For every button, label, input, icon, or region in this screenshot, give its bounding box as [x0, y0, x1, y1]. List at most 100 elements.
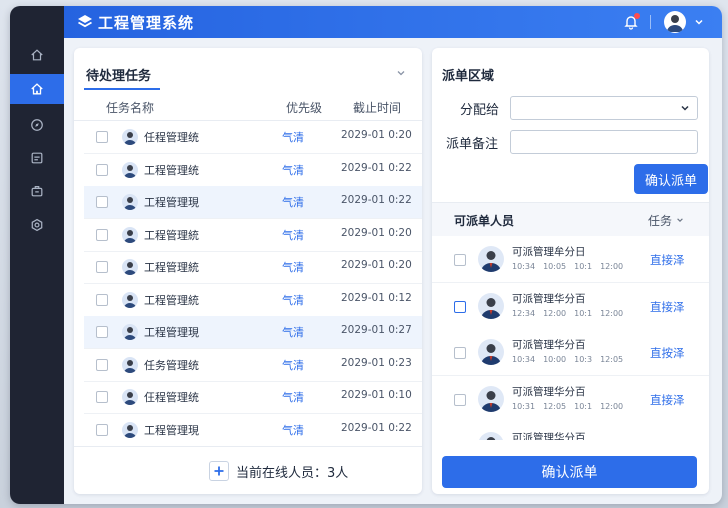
- chevron-down-icon[interactable]: [396, 68, 406, 78]
- sort-by-task[interactable]: 任务: [648, 212, 672, 229]
- task-name: 仼程管理统: [144, 391, 199, 404]
- user-avatar-icon: [124, 164, 136, 178]
- staff-time: 12:05: [543, 401, 567, 411]
- sidebar-item-work[interactable]: [10, 176, 64, 206]
- row-checkbox[interactable]: [96, 261, 108, 273]
- staff-times: 10:34 10:00 10:3 12:05: [512, 355, 631, 364]
- task-deadline: 2029-01 0:22: [341, 161, 412, 174]
- note-input[interactable]: [510, 130, 698, 154]
- staff-time: 10:00: [543, 355, 567, 364]
- sidebar: [10, 6, 64, 504]
- staff-time: 12:00: [600, 401, 624, 411]
- task-deadline: 2029-01 0:20: [341, 226, 412, 239]
- staff-row[interactable]: 可派管理华分百 12:34 12:00 10:1 12:00 直接泽: [432, 282, 709, 330]
- dispatch-panel: 派单区域 分配给 派单备注 确认派单 可派单人员 任务 可派管理牟分日 10:34…: [432, 48, 709, 494]
- staff-row[interactable]: 可派管理牟分日 10:34 10:05 10:1 12:00 直接泽: [432, 236, 709, 283]
- sidebar-item-home[interactable]: [10, 40, 64, 70]
- column-header-priority[interactable]: 优先级: [286, 99, 322, 116]
- task-deadline: 2029-01 0:27: [341, 324, 412, 336]
- task-name: 工程管理統: [144, 228, 199, 242]
- row-checkbox[interactable]: [96, 228, 108, 241]
- staff-name: 可派管理华分百: [512, 292, 586, 305]
- row-checkbox[interactable]: [96, 196, 108, 208]
- row-checkbox[interactable]: [96, 293, 108, 306]
- task-name: 工程管理統: [144, 261, 199, 274]
- task-row[interactable]: 工程管理統 气清 2029-01 0:20: [84, 251, 422, 284]
- staff-time: 10:31: [512, 401, 536, 411]
- note-label: 派单备注: [446, 137, 499, 152]
- task-row[interactable]: 工程管理現 气清 2029-01 0:22: [84, 414, 422, 447]
- avatar: [122, 389, 138, 405]
- direct-assign-link[interactable]: 直按泽: [650, 345, 685, 361]
- user-avatar-icon: [124, 392, 136, 405]
- avatar: [122, 259, 138, 275]
- task-row[interactable]: 仼程管理统 气清 2029-01 0:10: [84, 381, 422, 414]
- task-row[interactable]: 任程管理统 气清 2029-01 0:20: [84, 121, 422, 154]
- staff-checkbox[interactable]: [454, 393, 466, 406]
- row-checkbox[interactable]: [96, 326, 108, 338]
- chevron-down-icon[interactable]: [676, 216, 684, 224]
- chevron-down-icon[interactable]: [694, 17, 704, 27]
- staff-checkbox[interactable]: [454, 254, 466, 266]
- chevron-down-icon: [681, 105, 689, 111]
- task-priority: 气清: [282, 423, 304, 437]
- confirm-dispatch-main-button[interactable]: 确认派单: [442, 456, 697, 488]
- row-checkbox[interactable]: [96, 163, 108, 176]
- staff-time: 10:34: [512, 262, 536, 271]
- top-header: 工程管理系统: [64, 6, 722, 38]
- sidebar-item-settings[interactable]: [10, 210, 64, 240]
- online-footer: 当前在线人员：3人: [74, 446, 422, 495]
- direct-assign-link[interactable]: 直接泽: [650, 438, 685, 440]
- task-priority: 气清: [282, 261, 304, 274]
- dispatch-title: 派单区域: [442, 69, 495, 84]
- row-checkbox[interactable]: [96, 358, 108, 371]
- staff-checkbox[interactable]: [454, 300, 466, 313]
- row-checkbox[interactable]: [96, 391, 108, 403]
- staff-row[interactable]: 可派管理华分百 10:34 10:00 10:3 12:05 直按泽: [432, 329, 709, 376]
- confirm-dispatch-button[interactable]: 确认派单: [634, 164, 708, 194]
- column-header-deadline[interactable]: 截止时间: [353, 99, 401, 116]
- row-checkbox[interactable]: [96, 423, 108, 436]
- user-avatar-icon: [124, 359, 136, 373]
- direct-assign-link[interactable]: 直接泽: [650, 392, 685, 408]
- assign-select[interactable]: [510, 96, 698, 120]
- user-avatar-icon: [124, 197, 136, 210]
- task-priority: 气清: [282, 196, 304, 209]
- user-avatar-icon: [124, 262, 136, 275]
- staff-time: 10:05: [543, 262, 567, 271]
- add-button[interactable]: [209, 461, 229, 481]
- pending-tasks-title: 待处理任务: [86, 69, 152, 84]
- gear-icon: [31, 218, 43, 232]
- sidebar-item-explore[interactable]: [10, 110, 64, 140]
- sidebar-item-documents[interactable]: [10, 143, 64, 173]
- row-checkbox[interactable]: [96, 131, 108, 143]
- avatar: [478, 432, 504, 440]
- notification-badge: [634, 13, 640, 19]
- task-row[interactable]: 工程管理統 气清 2029-01 0:12: [84, 284, 422, 317]
- task-name: 工程管理統: [144, 293, 199, 307]
- task-deadline: 2029-01 0:20: [341, 259, 412, 271]
- direct-assign-link[interactable]: 直接泽: [650, 299, 685, 315]
- plus-icon: [214, 466, 224, 476]
- staff-time: 10:34: [512, 355, 536, 364]
- staff-time: 10:1: [574, 401, 593, 411]
- staff-row[interactable]: 可派管理华分百 10:31 12:05 10:1 12:00 直接泽: [432, 375, 709, 423]
- column-header-name[interactable]: 任务名称: [106, 99, 154, 116]
- task-row[interactable]: 工程管理統 气清 2029-01 0:20: [84, 219, 422, 252]
- available-staff-list[interactable]: 可派管理牟分日 10:34 10:05 10:1 12:00 直接泽 可派管理华分百 12:3…: [432, 236, 709, 440]
- task-row[interactable]: 工程管理現 气清 2029-01 0:22: [84, 186, 422, 219]
- task-name: 任务管理统: [144, 358, 199, 372]
- sidebar-item-dashboard[interactable]: [10, 74, 64, 104]
- user-avatar[interactable]: [664, 11, 686, 33]
- staff-checkbox[interactable]: [454, 347, 466, 359]
- task-name: 工程管理统: [144, 163, 199, 177]
- direct-assign-link[interactable]: 直接泽: [650, 252, 685, 268]
- staff-row[interactable]: 可派管理华分百直接泽: [432, 422, 709, 440]
- task-row[interactable]: 工程管理現 气清 2029-01 0:27: [84, 316, 422, 349]
- avatar: [478, 292, 504, 319]
- avatar: [478, 246, 504, 272]
- document-icon: [31, 152, 43, 164]
- task-row[interactable]: 工程管理统 气清 2029-01 0:22: [84, 154, 422, 187]
- staff-time: 12:05: [600, 355, 624, 364]
- task-row[interactable]: 任务管理统 气清 2029-01 0:23: [84, 349, 422, 382]
